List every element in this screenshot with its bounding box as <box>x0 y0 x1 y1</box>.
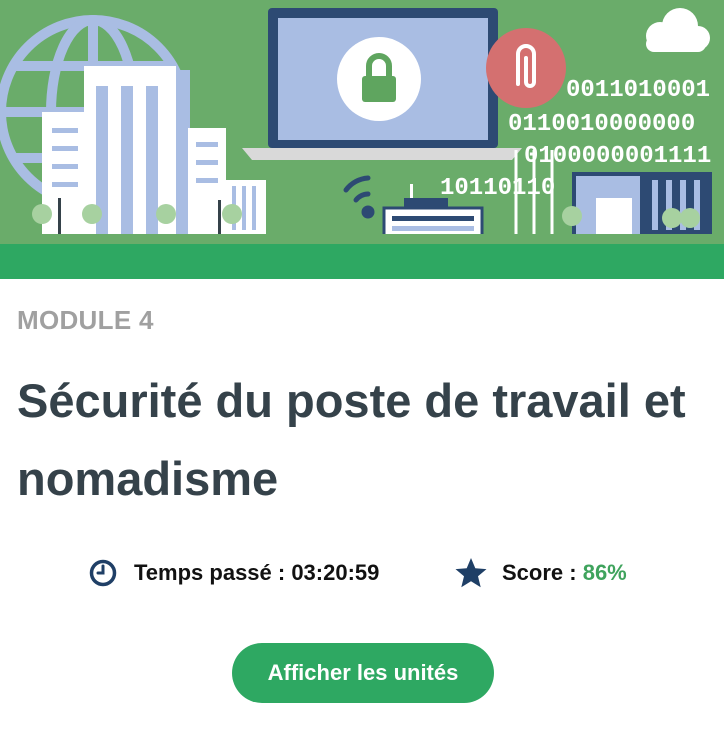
laptop-illustration <box>242 8 522 160</box>
paperclip-icon <box>486 28 566 108</box>
time-spent-text: Temps passé : 03:20:59 <box>134 560 380 585</box>
module-banner-illustration: 0011010001 0110010000000 0100000001111 1… <box>0 0 724 279</box>
score-label: Score : <box>502 560 583 585</box>
clock-icon <box>89 559 117 587</box>
module-number-label: MODULE 4 <box>17 305 154 335</box>
star-icon <box>455 558 487 588</box>
score-value: 86% <box>582 560 627 585</box>
show-units-button[interactable]: Afficher les unités <box>232 643 494 703</box>
svg-text:0110010000000: 0110010000000 <box>508 111 695 138</box>
module-stats: Temps passé : 03:20:59 Score : 86% <box>0 556 724 590</box>
svg-text:0011010001: 0011010001 <box>566 77 710 104</box>
buildings-right <box>562 172 712 234</box>
svg-text:10110110: 10110110 <box>440 175 555 202</box>
score-text: Score : 86% <box>502 560 627 586</box>
module-title: Sécurité du poste de travail et nomadism… <box>17 374 686 505</box>
